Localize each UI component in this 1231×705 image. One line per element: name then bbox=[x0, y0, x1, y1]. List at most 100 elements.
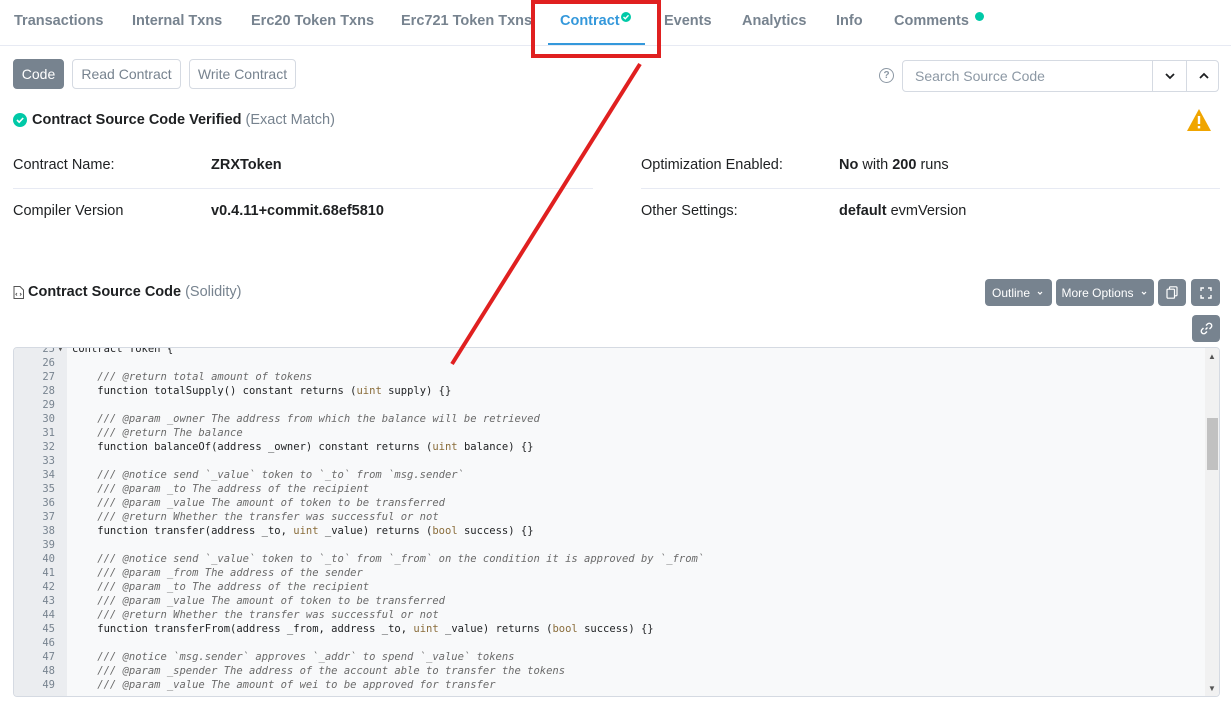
source-code-editor[interactable]: 25 ▼ contract Token {26 27 /// @return tota… bbox=[13, 347, 1220, 697]
line-number: 44 bbox=[42, 609, 55, 621]
verified-title: Contract Source Code Verified bbox=[32, 112, 242, 128]
code-text: /// @param _value The amount of token to… bbox=[72, 595, 445, 607]
chevron-down-icon[interactable] bbox=[1163, 69, 1177, 83]
link-icon bbox=[1200, 322, 1212, 335]
line-number: 40 bbox=[42, 553, 55, 565]
line-number: 33 bbox=[42, 455, 55, 467]
tab-comments[interactable]: Comments bbox=[894, 13, 969, 29]
more-options-label: More Options bbox=[1061, 285, 1134, 300]
link-button[interactable] bbox=[1192, 315, 1220, 342]
other-settings-label: Other Settings: bbox=[641, 203, 738, 219]
code-text: /// @param _value The amount of wei to b… bbox=[72, 679, 496, 691]
code-text: /// @return total amount of tokens bbox=[72, 371, 313, 383]
code-text: function balanceOf(address _owner) const… bbox=[72, 441, 534, 453]
line-number: 43 bbox=[42, 595, 55, 607]
other-settings-value: default evmVersion bbox=[839, 203, 967, 219]
outline-label: Outline bbox=[991, 285, 1031, 300]
line-number: 30 bbox=[42, 413, 55, 425]
source-code-lang: (Solidity) bbox=[185, 284, 242, 300]
verified-note: (Exact Match) bbox=[245, 112, 335, 128]
contract-name-label: Contract Name: bbox=[13, 157, 115, 173]
verified-status: Contract Source Code Verified (Exact Mat… bbox=[13, 112, 335, 128]
code-text: /// @param _owner The address from which… bbox=[72, 413, 540, 425]
fold-toggle-icon[interactable]: ▼ bbox=[58, 348, 63, 356]
optimization-label: Optimization Enabled: bbox=[641, 157, 783, 173]
line-number: 31 bbox=[42, 427, 55, 439]
source-code-title: Contract Source Code bbox=[28, 284, 182, 300]
scroll-down-arrow[interactable]: ▼ bbox=[1208, 684, 1216, 693]
read-contract-button[interactable]: Read Contract bbox=[72, 59, 181, 89]
code-text: contract Token { bbox=[72, 347, 174, 355]
code-text: /// @param _to The address of the recipi… bbox=[72, 581, 370, 593]
scroll-up-arrow[interactable]: ▲ bbox=[1208, 352, 1216, 361]
code-button[interactable]: Code bbox=[13, 59, 64, 89]
search-divider bbox=[1186, 61, 1187, 91]
line-number: 45 bbox=[42, 623, 55, 635]
source-code-heading: Contract Source Code (Solidity) bbox=[13, 284, 242, 300]
code-text: /// @param _from The address of the send… bbox=[72, 567, 363, 579]
outline-button[interactable]: Outline bbox=[985, 279, 1052, 306]
fullscreen-icon bbox=[1199, 286, 1212, 299]
line-number: 49 bbox=[42, 679, 55, 691]
tab-erc721-token-txns[interactable]: Erc721 Token Txns bbox=[401, 13, 532, 29]
compiler-version-value: v0.4.11+commit.68ef5810 bbox=[211, 203, 384, 219]
line-number: 42 bbox=[42, 581, 55, 593]
code-text: /// @param _spender The address of the a… bbox=[72, 665, 566, 677]
tab-erc20-token-txns[interactable]: Erc20 Token Txns bbox=[251, 13, 374, 29]
annotation-highlight-box bbox=[531, 0, 661, 58]
contract-name-value: ZRXToken bbox=[211, 157, 282, 173]
fullscreen-button[interactable] bbox=[1191, 279, 1220, 306]
line-number: 38 bbox=[42, 525, 55, 537]
line-number: 32 bbox=[42, 441, 55, 453]
code-text: /// @notice `msg.sender` approves `_addr… bbox=[72, 651, 515, 663]
code-text: function transfer(address _to, uint _val… bbox=[72, 525, 534, 537]
more-options-button[interactable]: More Options bbox=[1056, 279, 1154, 306]
code-text: /// @notice send `_value` token to `_to`… bbox=[72, 553, 705, 565]
compiler-version-label: Compiler Version bbox=[13, 203, 124, 219]
line-number: 39 bbox=[42, 539, 55, 551]
scrollbar-thumb[interactable] bbox=[1207, 418, 1218, 470]
divider bbox=[641, 188, 1220, 189]
chevron-down-icon bbox=[1037, 291, 1043, 295]
line-number: 34 bbox=[42, 469, 55, 481]
chevron-up-icon[interactable] bbox=[1197, 69, 1211, 83]
chevron-down-icon bbox=[1141, 291, 1146, 295]
comments-badge-dot bbox=[975, 12, 984, 21]
search-source-input[interactable] bbox=[903, 61, 1152, 91]
code-text: /// @param _value The amount of token to… bbox=[72, 497, 445, 509]
editor-scrollbar[interactable]: ▲ ▼ bbox=[1205, 348, 1219, 696]
copy-icon bbox=[1166, 286, 1178, 299]
code-text: function transferFrom(address _from, add… bbox=[72, 623, 654, 635]
line-number: 26 bbox=[42, 357, 55, 369]
optimization-value: No with 200 runs bbox=[839, 157, 949, 173]
line-number: 36 bbox=[42, 497, 55, 509]
tab-analytics[interactable]: Analytics bbox=[742, 13, 806, 29]
tab-internal-txns[interactable]: Internal Txns bbox=[132, 13, 222, 29]
line-number: 29 bbox=[42, 399, 55, 411]
code-text: /// @notice send `_value` token to `_to`… bbox=[72, 469, 464, 481]
line-number: 46 bbox=[42, 637, 55, 649]
verified-check-icon bbox=[13, 113, 27, 127]
search-source-box bbox=[902, 60, 1219, 92]
tab-transactions[interactable]: Transactions bbox=[14, 13, 103, 29]
write-contract-button[interactable]: Write Contract bbox=[189, 59, 296, 89]
line-number: 48 bbox=[42, 665, 55, 677]
line-number: 27 bbox=[42, 371, 55, 383]
warning-icon[interactable] bbox=[1186, 108, 1212, 132]
line-number: 28 bbox=[42, 385, 55, 397]
line-number: 47 bbox=[42, 651, 55, 663]
line-number: 35 bbox=[42, 483, 55, 495]
code-text: /// @return The balance bbox=[72, 427, 243, 439]
code-text: /// @return Whether the transfer was suc… bbox=[72, 609, 439, 621]
code-text: function totalSupply() constant returns … bbox=[72, 385, 452, 397]
search-divider bbox=[1152, 61, 1153, 91]
line-number: 41 bbox=[42, 567, 55, 579]
divider bbox=[13, 188, 593, 189]
tab-events[interactable]: Events bbox=[664, 13, 712, 29]
copy-button[interactable] bbox=[1158, 279, 1186, 306]
help-icon[interactable]: ? bbox=[879, 68, 894, 83]
file-code-icon bbox=[13, 285, 24, 299]
tab-info[interactable]: Info bbox=[836, 13, 863, 29]
line-number: 25 bbox=[42, 347, 55, 355]
code-text: /// @return Whether the transfer was suc… bbox=[72, 511, 439, 523]
